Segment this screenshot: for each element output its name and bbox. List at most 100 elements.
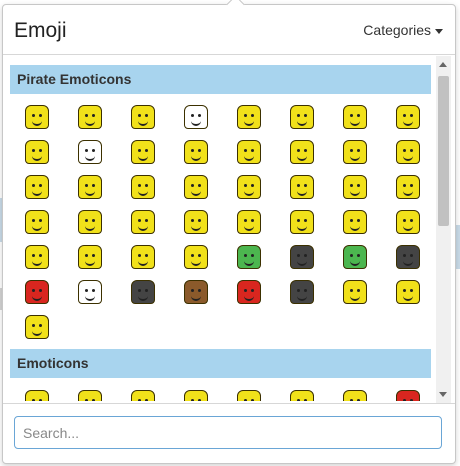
neutral-face-icon[interactable] bbox=[184, 390, 208, 401]
scroll-thumb[interactable] bbox=[438, 76, 449, 226]
shark-icon[interactable] bbox=[290, 280, 314, 304]
grin-wide-face-icon[interactable] bbox=[290, 390, 314, 401]
eyepatch-face-icon[interactable] bbox=[25, 175, 49, 199]
face-mouth bbox=[244, 260, 254, 266]
face-mouth bbox=[403, 120, 413, 126]
face-mouth bbox=[244, 225, 254, 231]
face-mouth bbox=[32, 155, 42, 161]
emoji-picker-popup: Emoji Categories Pirate Emoticons Emotic… bbox=[2, 0, 456, 464]
parrot-icon[interactable] bbox=[237, 280, 261, 304]
angry-face-icon[interactable] bbox=[343, 390, 367, 401]
eyepatch-smile-icon[interactable] bbox=[131, 140, 155, 164]
eyepatch-face-icon[interactable] bbox=[290, 105, 314, 129]
face-mouth bbox=[350, 120, 360, 126]
scared-face-icon[interactable] bbox=[396, 175, 420, 199]
heart-eyes-face-icon[interactable] bbox=[25, 140, 49, 164]
face-mouth bbox=[85, 295, 95, 301]
sweat-face-icon[interactable] bbox=[78, 175, 102, 199]
face-mouth bbox=[191, 295, 201, 301]
face-mouth bbox=[350, 260, 360, 266]
scroll-down-arrow-icon[interactable] bbox=[439, 392, 447, 397]
face-mouth bbox=[403, 295, 413, 301]
white-face-icon[interactable] bbox=[78, 140, 102, 164]
upset-face-icon[interactable] bbox=[396, 210, 420, 234]
grin-face-icon[interactable] bbox=[237, 390, 261, 401]
emoji-list: Pirate Emoticons Emoticons bbox=[3, 55, 455, 401]
skull-crossbones-icon[interactable] bbox=[78, 280, 102, 304]
grimace-face-icon[interactable] bbox=[290, 210, 314, 234]
worried-face-icon[interactable] bbox=[290, 140, 314, 164]
face-mouth bbox=[244, 190, 254, 196]
red-devil-icon[interactable] bbox=[25, 280, 49, 304]
face-mouth bbox=[32, 295, 42, 301]
section-header-pirate-emoticons: Pirate Emoticons bbox=[10, 65, 431, 94]
mad-face-icon[interactable] bbox=[343, 210, 367, 234]
kiss-face-icon[interactable] bbox=[184, 175, 208, 199]
glasses-face-icon[interactable] bbox=[396, 105, 420, 129]
face-mouth bbox=[403, 225, 413, 231]
thumbs-up-icon[interactable] bbox=[343, 280, 367, 304]
devil-face-icon[interactable] bbox=[396, 390, 420, 401]
thumbs-down-icon[interactable] bbox=[396, 280, 420, 304]
smile-face-icon[interactable] bbox=[184, 140, 208, 164]
angry-face-icon[interactable] bbox=[237, 210, 261, 234]
scrollbar[interactable] bbox=[436, 56, 451, 403]
open-mouth-face-icon[interactable] bbox=[25, 245, 49, 269]
face-mouth bbox=[85, 225, 95, 231]
face-mouth bbox=[297, 120, 307, 126]
categories-label: Categories bbox=[363, 22, 431, 38]
blue-hat-pirate-icon[interactable] bbox=[343, 140, 367, 164]
dizzy-face-icon[interactable] bbox=[131, 390, 155, 401]
face-mouth bbox=[403, 260, 413, 266]
tearful-face-icon[interactable] bbox=[131, 210, 155, 234]
face-mouth bbox=[191, 120, 201, 126]
teeth-face-icon[interactable] bbox=[290, 175, 314, 199]
face-mouth bbox=[85, 120, 95, 126]
caret-down-icon bbox=[435, 28, 443, 34]
grumpy-lego-face-icon[interactable] bbox=[78, 105, 102, 129]
face-mouth bbox=[32, 190, 42, 196]
tricorn-hat-icon[interactable] bbox=[396, 245, 420, 269]
skull-face-icon[interactable] bbox=[184, 105, 208, 129]
face-mouth bbox=[297, 155, 307, 161]
frown-face-icon[interactable] bbox=[237, 175, 261, 199]
smirk-face-icon[interactable] bbox=[78, 390, 102, 401]
crying-face-icon[interactable] bbox=[25, 210, 49, 234]
face-mouth bbox=[85, 190, 95, 196]
smiling-lego-face-icon[interactable] bbox=[131, 105, 155, 129]
face-mouth bbox=[191, 155, 201, 161]
nervous-face-icon[interactable] bbox=[78, 210, 102, 234]
shock-face-icon[interactable] bbox=[78, 245, 102, 269]
blush-hearts-face-icon[interactable] bbox=[184, 245, 208, 269]
angry-lego-face-icon[interactable] bbox=[25, 105, 49, 129]
thumbs-up-small-icon[interactable] bbox=[25, 315, 49, 339]
face-mouth bbox=[191, 225, 201, 231]
face-mouth bbox=[191, 190, 201, 196]
emoji-picker-footer bbox=[3, 403, 455, 463]
surprised-face-icon[interactable] bbox=[237, 140, 261, 164]
categories-dropdown[interactable]: Categories bbox=[363, 22, 443, 38]
face-mouth bbox=[403, 155, 413, 161]
crying-wet-face-icon[interactable] bbox=[131, 245, 155, 269]
neutral-face-icon[interactable] bbox=[343, 175, 367, 199]
face-mouth bbox=[403, 190, 413, 196]
monkey-face-icon[interactable] bbox=[184, 280, 208, 304]
sad-face-icon[interactable] bbox=[131, 175, 155, 199]
face-mouth bbox=[32, 260, 42, 266]
black-pirate-hat-icon[interactable] bbox=[290, 245, 314, 269]
pirate-with-sword-icon[interactable] bbox=[237, 105, 261, 129]
search-input[interactable] bbox=[14, 416, 442, 449]
face-mouth bbox=[350, 190, 360, 196]
emoji-picker-title: Emoji bbox=[14, 19, 67, 42]
green-pirate-face-icon[interactable] bbox=[343, 245, 367, 269]
green-zombie-face-icon[interactable] bbox=[237, 245, 261, 269]
smile-face-icon[interactable] bbox=[25, 390, 49, 401]
cannon-icon[interactable] bbox=[131, 280, 155, 304]
confused-face-icon[interactable] bbox=[184, 210, 208, 234]
scroll-up-arrow-icon[interactable] bbox=[439, 62, 447, 67]
bandana-face-icon[interactable] bbox=[343, 105, 367, 129]
face-mouth bbox=[244, 295, 254, 301]
face-mouth bbox=[138, 190, 148, 196]
tricorn-pirate-beer-icon[interactable] bbox=[396, 140, 420, 164]
face-mouth bbox=[350, 225, 360, 231]
